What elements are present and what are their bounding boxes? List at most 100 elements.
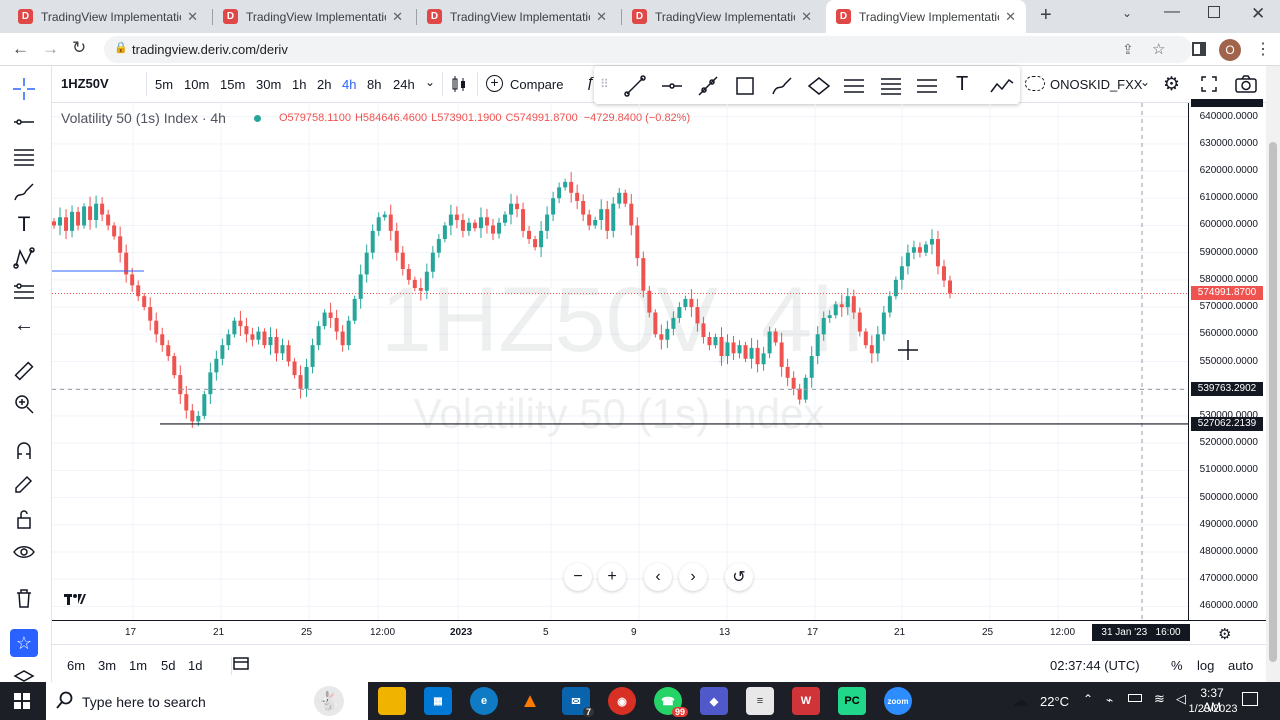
tray-chevron-icon[interactable]: ⌃ (1083, 692, 1093, 706)
range-1d[interactable]: 1d (188, 658, 202, 673)
page-scrollbar[interactable] (1266, 66, 1280, 682)
lines-icon[interactable] (916, 75, 938, 97)
parallel-channel-icon[interactable] (843, 75, 865, 97)
tab-search-icon[interactable]: ⌄ (1122, 6, 1132, 20)
close-icon[interactable]: ✕ (596, 9, 607, 25)
fib-retracement-icon[interactable] (880, 75, 902, 97)
range-3m[interactable]: 3m (98, 658, 116, 673)
lock-icon[interactable] (10, 505, 38, 533)
text-tool-icon[interactable]: T (10, 211, 38, 239)
scroll-left-button[interactable]: ‹ (644, 563, 672, 591)
wps-icon[interactable]: W (792, 687, 820, 715)
path-icon[interactable] (989, 75, 1015, 97)
eye-icon[interactable] (10, 538, 38, 566)
channel-icon[interactable] (10, 142, 38, 170)
timeframe-30m[interactable]: 30m (256, 77, 281, 92)
compare-button[interactable]: Compare (510, 77, 563, 92)
zoom-icon[interactable]: zoom (884, 687, 912, 715)
store-icon[interactable]: ▦ (424, 687, 452, 715)
ray-icon[interactable] (697, 75, 719, 97)
bookmark-star-icon[interactable]: ☆ (1152, 40, 1165, 58)
close-icon[interactable]: ✕ (1005, 9, 1016, 25)
close-icon[interactable]: ✕ (187, 9, 198, 25)
utc-clock[interactable]: 02:37:44 (UTC) (1050, 658, 1140, 673)
forward-icon[interactable]: → (42, 39, 59, 59)
crosshair-icon[interactable] (10, 75, 38, 103)
reload-icon[interactable]: ↻ (72, 38, 86, 58)
symbol-search[interactable]: 1HZ50V (61, 76, 109, 91)
back-icon[interactable]: ← (12, 39, 29, 59)
close-icon[interactable]: ✕ (392, 9, 403, 25)
weather-cloud-icon[interactable]: ☁ (1012, 691, 1028, 711)
timeframe-24h[interactable]: 24h (393, 77, 415, 92)
maximize-icon[interactable] (1208, 6, 1220, 18)
timeframe-15m[interactable]: 15m (220, 77, 245, 92)
clock-date[interactable]: 1/23/2023 (1188, 703, 1238, 715)
pattern-icon[interactable] (10, 244, 38, 272)
scroll-right-button[interactable]: › (679, 563, 707, 591)
browser-tab[interactable]: D TradingView Implementation ✕ (8, 0, 208, 33)
notepad-icon[interactable]: ≡ (746, 687, 774, 715)
browser-tab[interactable]: D TradingView Implementation ✕ (622, 0, 822, 33)
brush-icon[interactable] (771, 75, 793, 97)
taskbar-search-box[interactable]: Type here to search 🐇 (46, 682, 368, 720)
range-6m[interactable]: 6m (67, 658, 85, 673)
legend-title[interactable]: Volatility 50 (1s) Index · 4h (61, 110, 226, 126)
percent-toggle[interactable]: % (1171, 658, 1183, 673)
weather-temp[interactable]: 22°C (1040, 694, 1069, 709)
timeframe-2h[interactable]: 2h (317, 77, 331, 92)
zoom-out-button[interactable]: − (564, 563, 592, 591)
brush-icon[interactable] (10, 178, 38, 206)
battery-icon[interactable] (1128, 694, 1142, 702)
timeframe-5m[interactable]: 5m (155, 77, 173, 92)
app-icon[interactable]: ◆ (700, 687, 728, 715)
axis-settings-gear-icon[interactable]: ⚙ (1218, 625, 1231, 643)
volume-icon[interactable]: ◁ (1176, 691, 1186, 707)
reset-chart-button[interactable]: ↺ (725, 563, 753, 591)
browser-tab-active[interactable]: D TradingView Implementation ✕ (826, 0, 1026, 33)
sidepanel-icon[interactable] (1192, 42, 1206, 56)
date-range-icon[interactable] (232, 655, 250, 671)
price-axis[interactable]: 640000.0000 630000.0000 620000.0000 610000.… (1188, 99, 1266, 620)
notifications-icon[interactable] (1242, 692, 1258, 706)
drag-handle-icon[interactable]: ⠿ (600, 77, 609, 91)
favorites-star-icon[interactable]: ☆ (10, 629, 38, 657)
whatsapp-icon[interactable]: ☎ 99 (654, 687, 688, 717)
close-window-icon[interactable]: ✕ (1251, 4, 1265, 24)
chevron-down-icon[interactable]: ⌄ (425, 75, 435, 89)
horizontal-line-icon[interactable] (661, 75, 683, 97)
back-arrow-icon[interactable]: ← (10, 311, 38, 339)
menu-kebab-icon[interactable]: ⋮ (1255, 39, 1271, 59)
browser-tab[interactable]: D TradingView Implementation ✕ (417, 0, 617, 33)
trend-line-icon[interactable] (10, 108, 38, 136)
windows-start-icon[interactable] (14, 693, 30, 709)
zoom-in-icon[interactable] (10, 390, 38, 418)
share-icon[interactable]: ⇪ (1122, 41, 1134, 58)
candles-chart-type-icon[interactable] (450, 75, 468, 93)
log-toggle[interactable]: log (1197, 658, 1214, 673)
rectangle-icon[interactable] (734, 75, 756, 97)
pencil-lock-icon[interactable] (10, 470, 38, 498)
minimize-icon[interactable]: — (1164, 3, 1180, 21)
auto-toggle[interactable]: auto (1228, 658, 1253, 673)
profile-avatar[interactable]: O (1219, 39, 1241, 61)
camera-icon[interactable] (1235, 75, 1257, 93)
trend-line-icon[interactable] (624, 75, 646, 97)
address-bar[interactable]: 🔒 tradingview.deriv.com/deriv ⇪ ☆ (104, 36, 1192, 63)
time-axis[interactable]: 17 21 25 12:00 2023 5 9 13 17 21 25 12:00 31 Jan '23… (52, 620, 1266, 644)
text-tool-icon[interactable]: T (956, 73, 968, 96)
range-1m[interactable]: 1m (129, 658, 147, 673)
timeframe-8h[interactable]: 8h (367, 77, 381, 92)
magnet-icon[interactable] (10, 436, 38, 464)
ruler-icon[interactable] (10, 357, 38, 385)
new-tab-icon[interactable]: + (1040, 4, 1052, 27)
file-explorer-icon[interactable] (378, 687, 406, 715)
prediction-icon[interactable] (10, 278, 38, 306)
compare-plus-icon[interactable]: + (486, 75, 503, 92)
ellipse-icon[interactable] (807, 75, 831, 97)
pycharm-icon[interactable]: PC (838, 687, 866, 715)
browser-tab[interactable]: D TradingView Implementation ✕ (213, 0, 413, 33)
wifi-icon[interactable]: ≋ (1154, 691, 1165, 707)
timeframe-10m[interactable]: 10m (184, 77, 209, 92)
vlc-icon[interactable]: ▲ (516, 687, 544, 715)
